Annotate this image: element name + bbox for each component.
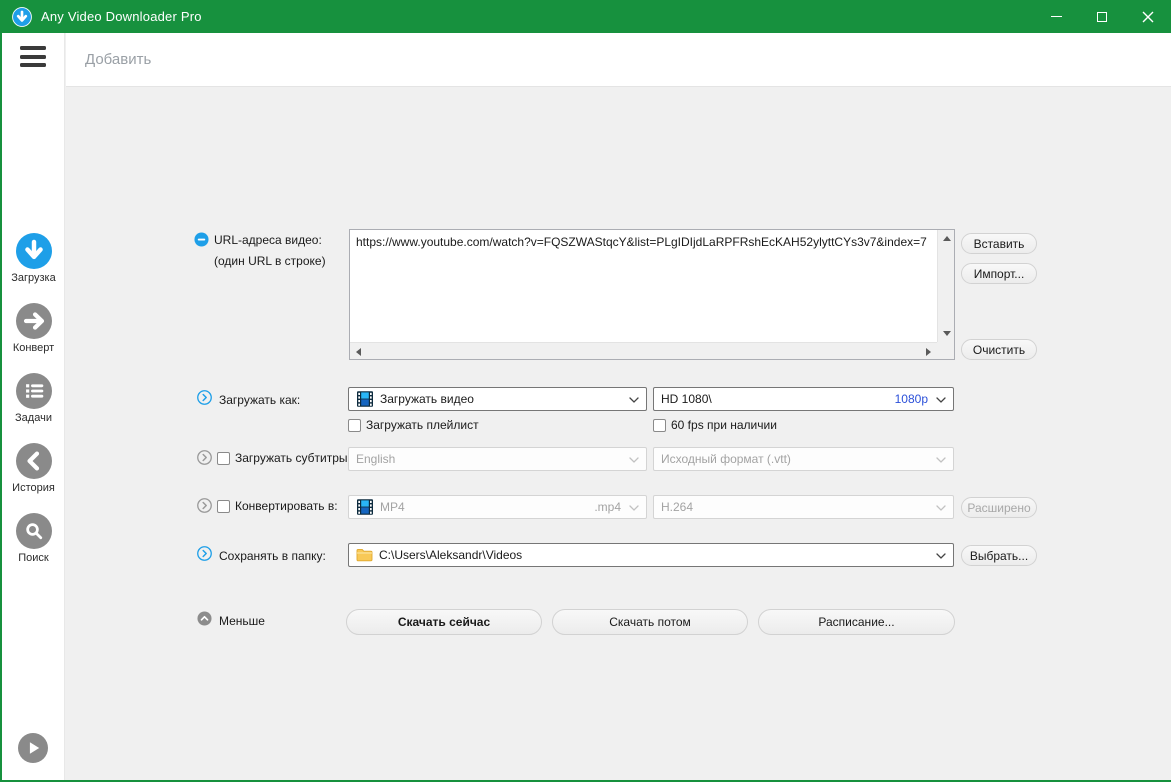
subtitles-checkbox[interactable]: Загружать субтитры:	[217, 451, 351, 465]
menu-button[interactable]	[20, 46, 46, 67]
chevron-down-icon	[629, 392, 639, 406]
sidebar-item-tasks[interactable]: Задачи	[2, 373, 65, 424]
sidebar-item-label: История	[12, 482, 55, 494]
titlebar: Any Video Downloader Pro	[0, 0, 1171, 33]
subtitle-language-value: English	[356, 452, 395, 466]
subtitle-format-value: Исходный формат (.vtt)	[661, 452, 791, 466]
convert-format-ext: .mp4	[594, 500, 621, 514]
convert-checkbox[interactable]: Конвертировать в:	[217, 499, 338, 513]
tab-add[interactable]: Добавить	[85, 51, 151, 68]
close-button[interactable]	[1125, 0, 1171, 33]
expand-chevron-icon[interactable]	[197, 546, 212, 561]
main-header: Добавить	[66, 33, 1171, 87]
chevron-down-icon	[629, 452, 639, 466]
search-circle-icon	[16, 513, 52, 549]
app-window: Any Video Downloader Pro Загрузка	[0, 0, 1171, 782]
horizontal-scrollbar[interactable]	[350, 342, 937, 359]
checkbox-icon	[217, 500, 230, 513]
clear-button[interactable]: Очистить	[961, 339, 1037, 360]
checkbox-icon	[217, 452, 230, 465]
collapse-minus-icon[interactable]	[194, 232, 209, 247]
playlist-checkbox[interactable]: Загружать плейлист	[348, 418, 479, 432]
download-circle-icon	[16, 233, 52, 269]
window-title: Any Video Downloader Pro	[41, 9, 202, 24]
folder-icon	[356, 548, 373, 562]
sidebar-item-search[interactable]: Поиск	[2, 513, 65, 564]
subtitle-format-select: Исходный формат (.vtt)	[653, 447, 954, 471]
subtitle-language-select: English	[348, 447, 647, 471]
url-label-hint: (один URL в строке)	[214, 254, 326, 268]
menu-icon	[20, 46, 46, 50]
download-as-label: Загружать как:	[219, 393, 300, 407]
download-format-select[interactable]: Загружать видео	[348, 387, 647, 411]
player-button[interactable]	[18, 733, 48, 768]
content-panel: URL-адреса видео: (один URL в строке) ht…	[66, 87, 1171, 780]
sidebar-item-download[interactable]: Загрузка	[2, 233, 65, 284]
sidebar-nav: Загрузка Конверт Задачи	[2, 233, 65, 583]
fps-checkbox[interactable]: 60 fps при наличии	[653, 418, 777, 432]
chevron-down-icon	[936, 392, 946, 406]
codec-value: H.264	[661, 500, 693, 514]
save-folder-path: C:\Users\Aleksandr\Videos	[379, 548, 522, 562]
scroll-up-icon[interactable]	[938, 230, 955, 247]
chevron-down-icon	[629, 500, 639, 514]
paste-button[interactable]: Вставить	[961, 233, 1037, 254]
expand-chevron-icon[interactable]	[197, 450, 212, 465]
download-format-value: Загружать видео	[380, 392, 474, 406]
quality-value: HD 1080\	[661, 392, 712, 406]
schedule-button[interactable]: Расписание...	[758, 609, 955, 635]
url-textarea[interactable]: https://www.youtube.com/watch?v=FQSZWASt…	[349, 229, 955, 360]
quality-select[interactable]: HD 1080\ 1080p	[653, 387, 954, 411]
checkbox-icon	[348, 419, 361, 432]
app-logo-icon	[12, 7, 32, 27]
save-folder-label: Сохранять в папку:	[219, 549, 326, 563]
convert-format-select: MP4 .mp4	[348, 495, 647, 519]
sidebar-item-label: Задачи	[15, 412, 52, 424]
history-back-circle-icon	[16, 443, 52, 479]
scroll-left-icon[interactable]	[350, 343, 367, 360]
play-circle-icon	[18, 733, 48, 763]
import-button[interactable]: Импорт...	[961, 263, 1037, 284]
browse-button[interactable]: Выбрать...	[961, 545, 1037, 566]
sidebar: Загрузка Конверт Задачи	[2, 33, 65, 780]
filmstrip-icon	[356, 498, 374, 516]
chevron-down-icon	[936, 452, 946, 466]
sidebar-item-label: Загрузка	[11, 272, 55, 284]
url-value: https://www.youtube.com/watch?v=FQSZWASt…	[356, 235, 932, 249]
sidebar-item-convert[interactable]: Конверт	[2, 303, 65, 354]
less-toggle-label[interactable]: Меньше	[219, 614, 265, 628]
collapse-up-icon[interactable]	[197, 611, 212, 626]
save-folder-select[interactable]: C:\Users\Aleksandr\Videos	[348, 543, 954, 567]
minimize-icon	[1051, 16, 1062, 18]
scroll-right-icon[interactable]	[920, 343, 937, 360]
task-list-circle-icon	[16, 373, 52, 409]
download-now-button[interactable]: Скачать сейчас	[346, 609, 542, 635]
download-later-button[interactable]: Скачать потом	[552, 609, 748, 635]
expand-chevron-icon[interactable]	[197, 498, 212, 513]
vertical-scrollbar[interactable]	[937, 230, 954, 342]
scroll-down-icon[interactable]	[938, 325, 955, 342]
url-label: URL-адреса видео:	[214, 233, 322, 247]
chevron-down-icon	[936, 548, 946, 562]
maximize-icon	[1097, 12, 1107, 22]
filmstrip-icon	[356, 390, 374, 408]
convert-format-value: MP4	[380, 500, 405, 514]
chevron-down-icon	[936, 500, 946, 514]
convert-arrow-circle-icon	[16, 303, 52, 339]
sidebar-item-history[interactable]: История	[2, 443, 65, 494]
quality-badge: 1080p	[895, 392, 928, 406]
expand-chevron-icon[interactable]	[197, 390, 212, 405]
window-controls	[1033, 0, 1171, 33]
codec-select: H.264	[653, 495, 954, 519]
scrollbar-corner	[937, 342, 954, 359]
sidebar-item-label: Конверт	[13, 342, 54, 354]
advanced-button: Расширено	[961, 497, 1037, 518]
maximize-button[interactable]	[1079, 0, 1125, 33]
checkbox-icon	[653, 419, 666, 432]
sidebar-item-label: Поиск	[18, 552, 48, 564]
close-icon	[1142, 11, 1154, 23]
minimize-button[interactable]	[1033, 0, 1079, 33]
